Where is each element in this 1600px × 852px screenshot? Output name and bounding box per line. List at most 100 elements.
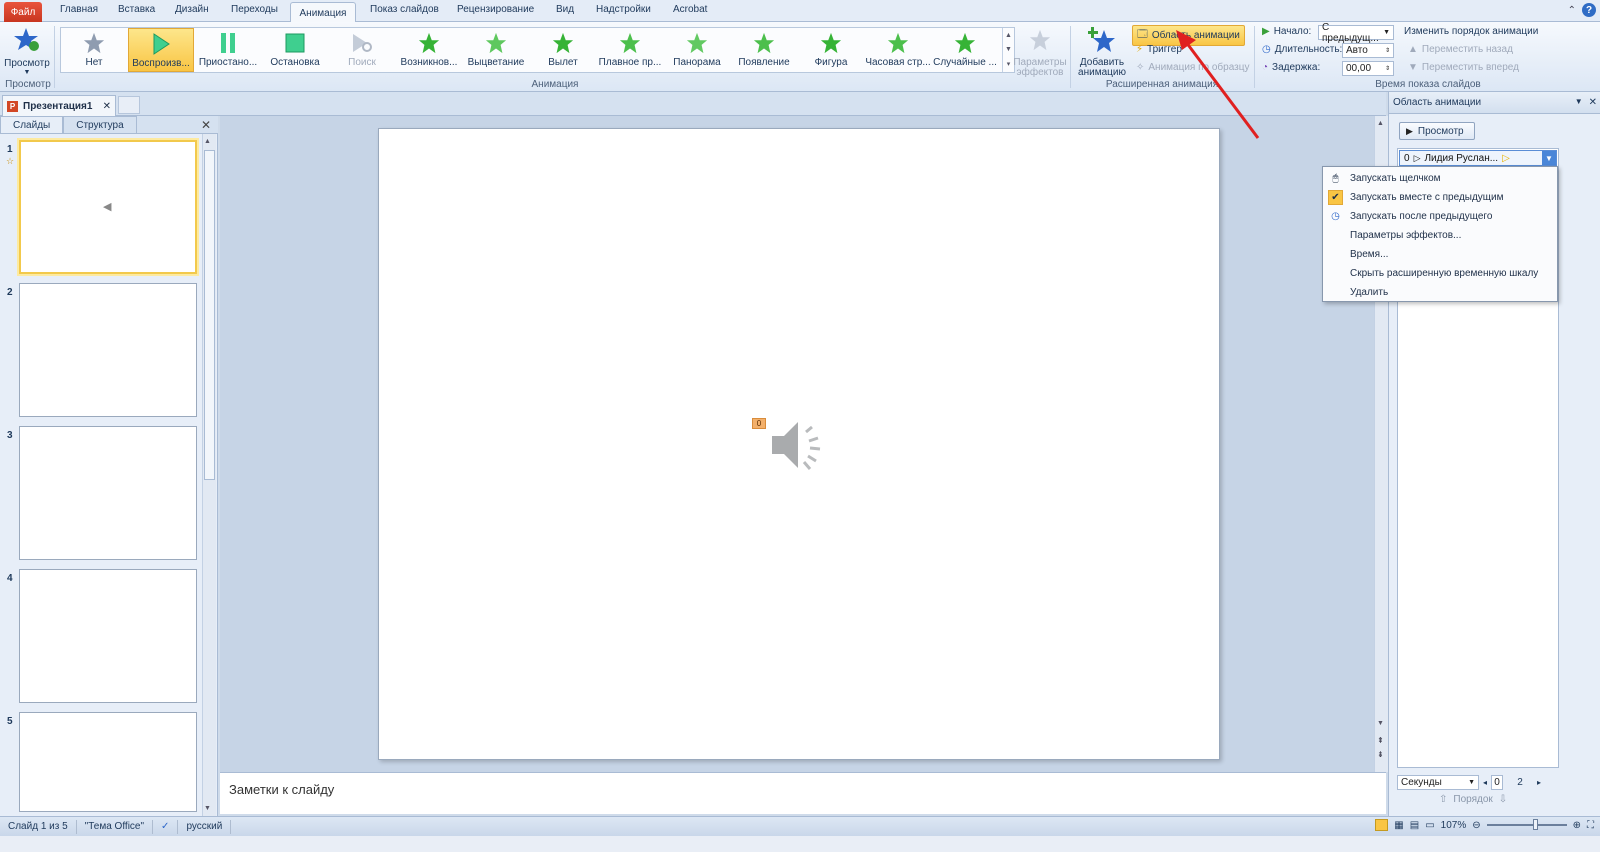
dropdown-arrow-icon[interactable]: ▼: [24, 69, 31, 76]
scroll-up-icon[interactable]: ▲: [204, 138, 211, 145]
menu-item-start-on-click[interactable]: 🖱 Запускать щелчком: [1323, 169, 1557, 188]
gallery-more-icon[interactable]: ▾: [1007, 60, 1011, 68]
chevron-right-icon[interactable]: ▸: [1537, 778, 1541, 787]
zoom-level[interactable]: 107%: [1441, 820, 1467, 831]
chevron-down-icon[interactable]: ▼: [1542, 151, 1556, 165]
gallery-item-shape[interactable]: Фигура: [798, 28, 864, 72]
gallery-item-appear[interactable]: Возникнов...: [396, 28, 462, 72]
slide-counter: Слайд 1 из 5: [0, 819, 77, 834]
animation-preview-button[interactable]: ▶ Просмотр: [1399, 122, 1475, 140]
star-green-icon: [686, 31, 708, 55]
tab-addins[interactable]: Надстройки: [596, 4, 651, 15]
zoom-slider-thumb[interactable]: [1532, 819, 1538, 830]
slide-thumbnail[interactable]: [19, 712, 197, 812]
language[interactable]: русский: [178, 819, 232, 834]
tab-animation[interactable]: Анимация: [290, 2, 356, 23]
arrow-up-icon[interactable]: ⇧: [1439, 794, 1447, 805]
close-icon[interactable]: ✕: [201, 118, 211, 132]
scroll-down-icon[interactable]: ▼: [1377, 720, 1384, 727]
menu-item-effect-options[interactable]: Параметры эффектов...: [1323, 226, 1557, 245]
speaker-icon[interactable]: [768, 416, 830, 477]
scrollbar-thumb[interactable]: [204, 150, 215, 480]
menu-item-start-with-previous[interactable]: ✔ Запускать вместе с предыдущим: [1323, 188, 1557, 207]
move-earlier-button[interactable]: ▲ Переместить назад: [1408, 44, 1513, 55]
scroll-down-icon[interactable]: ▼: [1005, 46, 1012, 53]
gallery-item-stop[interactable]: Остановка: [262, 28, 328, 72]
zoom-in-icon[interactable]: ⊕: [1573, 820, 1581, 831]
slide-number: 5: [7, 716, 13, 727]
menu-item-timing[interactable]: Время...: [1323, 245, 1557, 264]
tab-review[interactable]: Рецензирование: [457, 4, 534, 15]
tab-slides[interactable]: Слайды: [0, 116, 64, 133]
tab-home[interactable]: Главная: [60, 4, 98, 15]
pane-options-icon[interactable]: ▼: [1575, 97, 1583, 108]
tab-view[interactable]: Вид: [556, 4, 574, 15]
new-tab-button[interactable]: [118, 96, 140, 114]
zoom-slider[interactable]: [1486, 819, 1567, 830]
thumbnails-scrollbar[interactable]: ▲ ▼: [202, 134, 216, 816]
tab-slideshow[interactable]: Показ слайдов: [370, 4, 439, 15]
gallery-item-float-in[interactable]: Плавное пр...: [597, 28, 663, 72]
normal-view-icon[interactable]: [1375, 819, 1389, 831]
menu-item-hide-timeline[interactable]: Скрыть расширенную временную шкалу: [1323, 264, 1557, 283]
gallery-item-none[interactable]: Нет: [61, 28, 127, 72]
fit-to-window-icon[interactable]: ⛶: [1587, 820, 1594, 831]
reading-view-icon[interactable]: ▤: [1410, 820, 1419, 831]
minimize-ribbon-icon[interactable]: ⌃: [1568, 5, 1576, 16]
gallery-item-split[interactable]: Панорама: [664, 28, 730, 72]
slide-thumbnail[interactable]: [19, 569, 197, 703]
spinner-icon[interactable]: ⇕: [1385, 47, 1390, 54]
help-icon[interactable]: ?: [1582, 3, 1596, 17]
scroll-up-icon[interactable]: ▲: [1005, 32, 1012, 39]
spinner-icon[interactable]: ⇕: [1385, 65, 1390, 72]
slide-sorter-icon[interactable]: ▦: [1394, 820, 1403, 831]
animation-order-badge[interactable]: 0: [752, 418, 766, 429]
tab-file[interactable]: Файл: [4, 2, 42, 22]
gallery-item-wipe[interactable]: Появление: [731, 28, 797, 72]
triangle-down-icon: ▼: [1408, 62, 1418, 73]
slide-thumbnail[interactable]: [19, 426, 197, 560]
tab-transitions[interactable]: Переходы: [231, 4, 278, 15]
arrow-down-icon[interactable]: ⇩: [1499, 794, 1507, 805]
next-slide-icon[interactable]: ⇟: [1377, 750, 1384, 759]
scroll-down-icon[interactable]: ▼: [204, 805, 211, 812]
gallery-item-fade[interactable]: Выцветание: [463, 28, 529, 72]
tab-insert[interactable]: Вставка: [118, 4, 155, 15]
slideshow-view-icon[interactable]: ▭: [1425, 820, 1434, 831]
add-animation-button[interactable]: Добавить анимацию: [1074, 26, 1130, 78]
duration-field[interactable]: Авто ⇕: [1342, 43, 1394, 58]
animation-list-item[interactable]: 0 ▷ Лидия Руслан... ▷ ▼: [1399, 150, 1557, 166]
seconds-dropdown[interactable]: Секунды ▼: [1397, 774, 1479, 790]
menu-item-remove[interactable]: Удалить: [1323, 283, 1557, 302]
gallery-item-random-bars[interactable]: Случайные ...: [932, 28, 998, 72]
gallery-scroll[interactable]: ▲ ▼ ▾: [1002, 28, 1014, 72]
move-later-button[interactable]: ▼ Переместить вперед: [1408, 62, 1519, 73]
slide-thumbnail[interactable]: [19, 283, 197, 417]
document-tab[interactable]: P Презентация1 ✕: [2, 95, 116, 116]
tab-outline[interactable]: Структура: [63, 116, 137, 133]
scroll-up-icon[interactable]: ▲: [1377, 120, 1384, 127]
tab-acrobat[interactable]: Acrobat: [673, 4, 707, 15]
gallery-item-wheel[interactable]: Часовая стр...: [865, 28, 931, 72]
play-outline-icon: ▷: [1413, 152, 1421, 163]
gallery-item-pause[interactable]: Приостано...: [195, 28, 261, 72]
tab-design[interactable]: Дизайн: [175, 4, 209, 15]
chevron-left-icon[interactable]: ◂: [1483, 778, 1487, 787]
notes-pane[interactable]: Заметки к слайду: [220, 772, 1386, 814]
gallery-item-fly-in[interactable]: Вылет: [530, 28, 596, 72]
chevron-down-icon: ▼: [1383, 29, 1390, 36]
close-icon[interactable]: ✕: [1589, 97, 1597, 108]
zoom-out-icon[interactable]: ⊖: [1472, 820, 1480, 831]
slide-thumbnail[interactable]: ◀: [19, 140, 197, 274]
gallery-item-seek[interactable]: Поиск: [329, 28, 395, 72]
tabbar-controls: ⌃ ?: [1568, 3, 1596, 17]
start-select[interactable]: С предыдущ... ▼: [1318, 22, 1394, 44]
effect-params-button[interactable]: Параметры эффектов: [1013, 26, 1067, 78]
preview-button[interactable]: Просмотр ▼: [4, 26, 50, 76]
delay-field[interactable]: 00,00 ⇕: [1342, 61, 1394, 76]
spellcheck-icon[interactable]: ✓: [153, 819, 179, 834]
gallery-item-play[interactable]: Воспроизв...: [128, 28, 194, 72]
previous-slide-icon[interactable]: ⇞: [1377, 736, 1384, 745]
close-icon[interactable]: ✕: [103, 101, 111, 112]
menu-item-start-after-previous[interactable]: ◷ Запускать после предыдущего: [1323, 207, 1557, 226]
